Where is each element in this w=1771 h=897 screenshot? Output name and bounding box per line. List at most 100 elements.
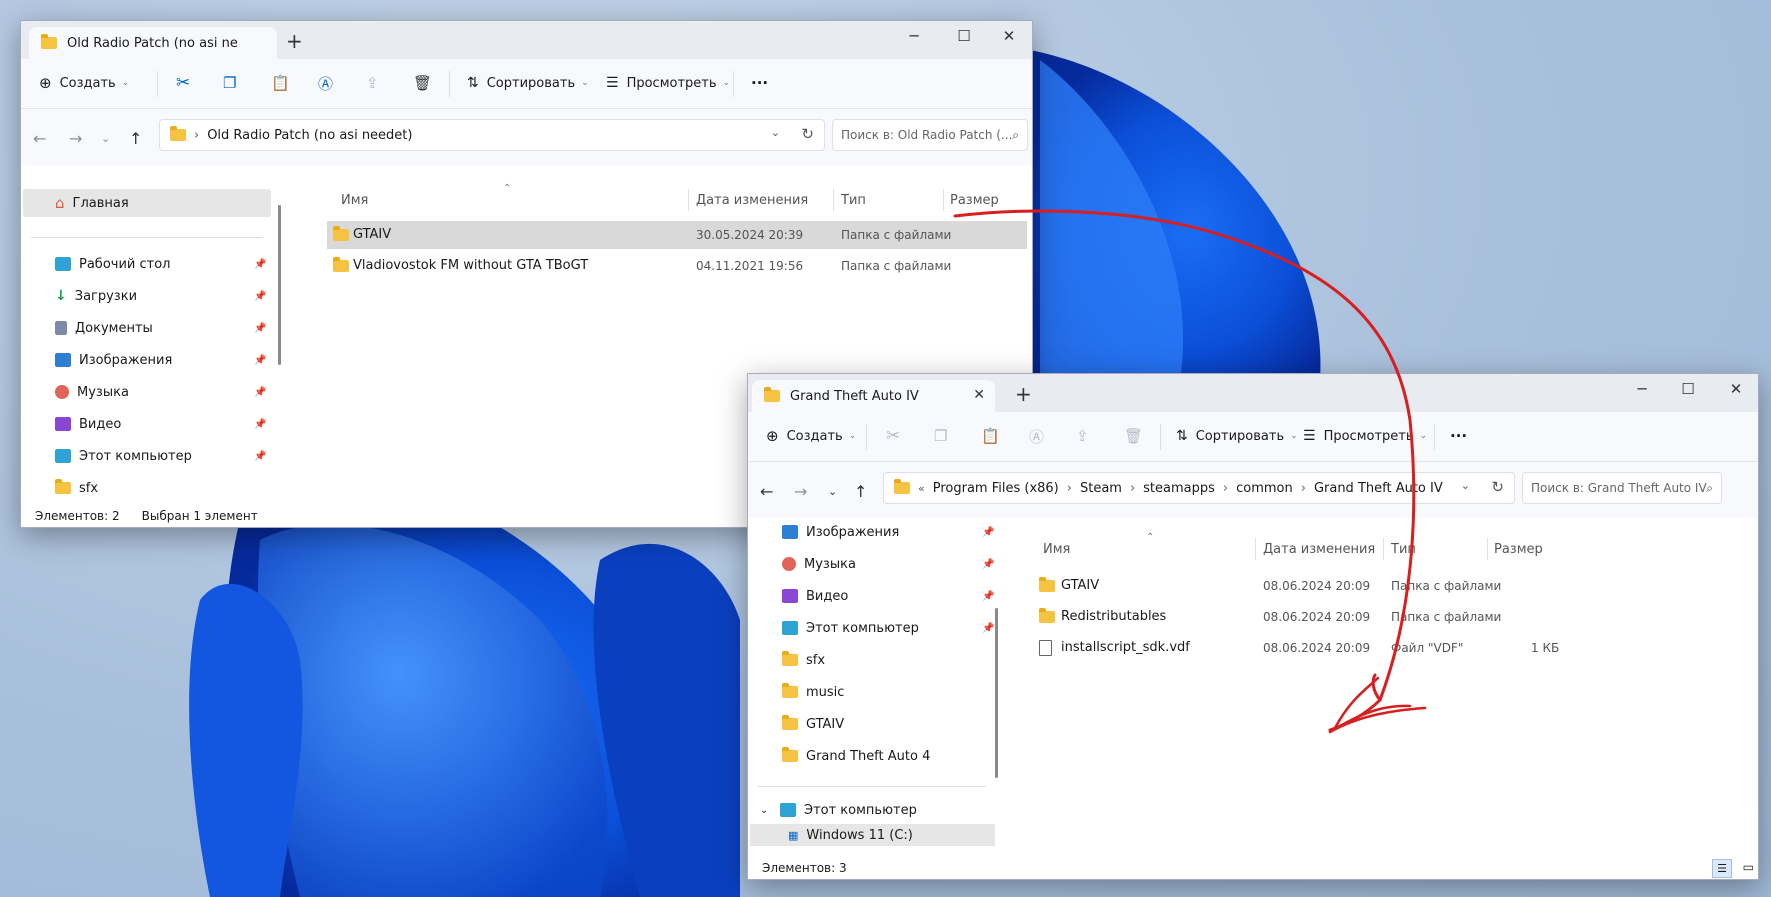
refresh-icon[interactable]: ↻	[801, 125, 814, 143]
back-arrow-icon[interactable]: ←	[760, 482, 773, 501]
cut-icon[interactable]: ✂	[886, 424, 900, 448]
table-row[interactable]: Redistributables 08.06.2024 20:09 Папка с …	[1031, 603, 1671, 631]
table-row[interactable]: installscript_sdk.vdf 08.06.2024 20:09 Фай…	[1031, 634, 1671, 662]
rename-icon[interactable]: Ⓐ	[1029, 424, 1044, 448]
column-header-date[interactable]: Дата изменения	[696, 193, 808, 208]
tab-old-radio-patch[interactable]: Old Radio Patch (no asi neede	[29, 27, 277, 59]
close-button[interactable]: ✕	[1726, 380, 1746, 398]
table-row[interactable]: Vladiovostok FM without GTA TBoGT 04.11.2…	[327, 252, 1027, 280]
breadcrumb-separator-icon[interactable]: ›	[1223, 481, 1228, 496]
delete-icon[interactable]: 🗑	[1124, 424, 1143, 448]
minimize-button[interactable]: ─	[1632, 380, 1652, 398]
paste-icon[interactable]: 📋	[271, 71, 290, 95]
sidebar-item-grand-theft-auto-4[interactable]: Grand Theft Auto 4	[748, 742, 988, 770]
refresh-icon[interactable]: ↻	[1491, 478, 1504, 496]
create-button[interactable]: ⊕ Создать ⌄	[39, 71, 129, 95]
column-divider[interactable]	[1383, 538, 1384, 560]
sidebar-item-музыка[interactable]: Музыка 📌	[748, 550, 994, 578]
breadcrumb-segment[interactable]: Grand Theft Auto IV	[1314, 481, 1443, 496]
close-button[interactable]: ✕	[999, 27, 1019, 45]
breadcrumb-segment[interactable]: Steam	[1080, 481, 1122, 496]
up-arrow-icon[interactable]: ↑	[854, 482, 867, 501]
tiles-view-icon[interactable]: ▭	[1743, 860, 1754, 874]
table-row[interactable]: GTAIV 30.05.2024 20:39 Папка с файлами	[327, 221, 1027, 249]
sidebar-item-sfx[interactable]: sfx	[748, 646, 988, 674]
overflow-chevron-icon[interactable]: «	[918, 482, 925, 495]
column-header-type[interactable]: Тип	[1391, 542, 1416, 557]
history-chevron-icon[interactable]: ⌄	[1461, 479, 1470, 492]
breadcrumb-separator-icon[interactable]: ›	[1301, 481, 1306, 496]
details-view-icon[interactable]: ☰	[1712, 859, 1732, 878]
sidebar-item-sfx[interactable]: sfx	[21, 474, 261, 502]
sidebar-item-gtaiv[interactable]: GTAIV	[748, 710, 988, 738]
minimize-button[interactable]: ─	[904, 27, 924, 45]
copy-icon[interactable]: ❐	[223, 71, 236, 95]
sidebar-item-видео[interactable]: Видео 📌	[21, 410, 266, 438]
copy-icon[interactable]: ❐	[934, 424, 947, 448]
forward-arrow-icon[interactable]: →	[794, 482, 807, 501]
sort-button[interactable]: ⇅ Сортировать ⌄	[467, 71, 589, 95]
maximize-button[interactable]: ☐	[954, 27, 974, 45]
column-header-type[interactable]: Тип	[841, 193, 866, 208]
column-divider[interactable]	[1487, 538, 1488, 560]
column-header-name[interactable]: Имя	[1043, 542, 1070, 557]
paste-icon[interactable]: 📋	[981, 424, 1000, 448]
tab-grand-theft-auto-iv[interactable]: Grand Theft Auto IV ✕	[752, 380, 995, 412]
column-header-name[interactable]: Имя	[341, 193, 368, 208]
table-row[interactable]: GTAIV 08.06.2024 20:09 Папка с файлами	[1031, 572, 1671, 600]
history-chevron-icon[interactable]: ⌄	[771, 126, 780, 139]
column-divider[interactable]	[1255, 538, 1256, 560]
delete-icon[interactable]: 🗑	[413, 71, 432, 95]
sidebar-item-видео[interactable]: Видео 📌	[748, 582, 994, 610]
breadcrumb-separator-icon[interactable]: ›	[1067, 481, 1072, 496]
share-icon[interactable]: ⇪	[366, 71, 379, 95]
sidebar-item-drive-c[interactable]: ▦ Windows 11 (C:)	[750, 824, 995, 846]
new-tab-button[interactable]: +	[1015, 384, 1032, 404]
back-arrow-icon[interactable]: ←	[33, 129, 46, 148]
breadcrumb-segment[interactable]: steamapps	[1143, 481, 1215, 496]
forward-arrow-icon[interactable]: →	[69, 129, 82, 148]
sidebar-scrollbar[interactable]	[995, 608, 998, 778]
column-header-size[interactable]: Размер	[1494, 542, 1543, 557]
address-bar[interactable]: › Old Radio Patch (no asi needet) ⌄ ↻	[159, 119, 825, 151]
more-options-button[interactable]: ···	[751, 71, 768, 95]
sidebar-item-home[interactable]: ⌂ Главная	[23, 189, 271, 217]
sidebar-item-изображения[interactable]: Изображения 📌	[748, 518, 994, 546]
breadcrumb-separator-icon[interactable]: ›	[1130, 481, 1135, 496]
share-icon[interactable]: ⇪	[1076, 424, 1089, 448]
close-tab-icon[interactable]: ✕	[973, 387, 985, 403]
view-button[interactable]: ☰ Просмотреть ⌄	[1303, 424, 1427, 448]
cut-icon[interactable]: ✂	[176, 71, 190, 95]
up-arrow-icon[interactable]: ↑	[129, 129, 142, 148]
column-divider[interactable]	[833, 189, 834, 211]
sidebar-item-изображения[interactable]: Изображения 📌	[21, 346, 266, 374]
sidebar-item-music[interactable]: music	[748, 678, 988, 706]
new-tab-button[interactable]: +	[286, 31, 303, 51]
sidebar-item-этот-компьютер[interactable]: Этот компьютер 📌	[21, 442, 266, 470]
rename-icon[interactable]: Ⓐ	[318, 71, 333, 95]
column-divider[interactable]	[943, 189, 944, 211]
recent-chevron-icon[interactable]: ⌄	[828, 485, 837, 498]
column-header-size[interactable]: Размер	[950, 193, 999, 208]
sidebar-item-рабочий-стол[interactable]: Рабочий стол 📌	[21, 250, 266, 278]
sidebar-item-музыка[interactable]: Музыка 📌	[21, 378, 266, 406]
sidebar-item-документы[interactable]: Документы 📌	[21, 314, 266, 342]
computer-icon	[782, 621, 798, 635]
create-button[interactable]: ⊕ Создать ⌄	[766, 424, 856, 448]
search-input[interactable]: Поиск в: Old Radio Patch (... ⌕	[832, 119, 1028, 151]
breadcrumb-segment[interactable]: common	[1236, 481, 1293, 496]
maximize-button[interactable]: ☐	[1678, 380, 1698, 398]
column-header-date[interactable]: Дата изменения	[1263, 542, 1375, 557]
sidebar-scrollbar[interactable]	[278, 205, 281, 365]
column-divider[interactable]	[688, 189, 689, 211]
view-button[interactable]: ☰ Просмотреть ⌄	[606, 71, 730, 95]
sidebar-item-загрузки[interactable]: ↓ Загрузки 📌	[21, 282, 266, 310]
more-options-button[interactable]: ···	[1450, 424, 1467, 448]
recent-chevron-icon[interactable]: ⌄	[101, 132, 110, 145]
address-bar[interactable]: « Program Files (x86) › Steam › steamapps › co…	[883, 472, 1515, 504]
search-input[interactable]: Поиск в: Grand Theft Auto IV ⌕	[1522, 472, 1722, 504]
sidebar-item-этот-компьютер[interactable]: Этот компьютер 📌	[748, 614, 994, 642]
sort-button[interactable]: ⇅ Сортировать ⌄	[1176, 424, 1298, 448]
breadcrumb-segment[interactable]: Program Files (x86)	[933, 481, 1059, 496]
sidebar-item-this-pc[interactable]: ⌄ Этот компьютер	[748, 796, 998, 824]
